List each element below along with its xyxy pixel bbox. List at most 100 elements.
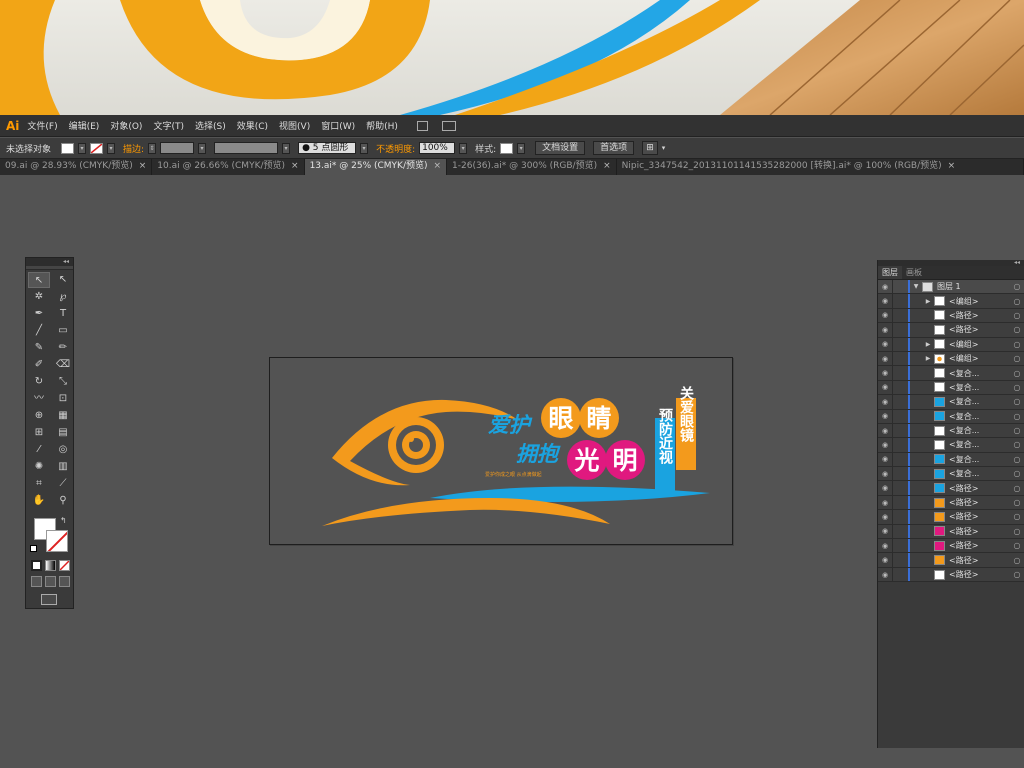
menu-type[interactable]: 文字(T) bbox=[153, 119, 184, 132]
lock-toggle[interactable] bbox=[892, 539, 906, 553]
target-circle-icon[interactable]: ○ bbox=[1010, 282, 1024, 291]
sublayer-row[interactable]: ◉ <路径> ○ bbox=[878, 524, 1024, 540]
sublayer-name[interactable]: <路径> bbox=[949, 324, 1010, 335]
zoom-tool-icon[interactable]: ⚲ bbox=[52, 493, 74, 509]
menu-help[interactable]: 帮助(H) bbox=[366, 119, 398, 132]
opacity-dropdown-icon[interactable]: ▾ bbox=[459, 142, 468, 154]
type-tool-icon[interactable]: T bbox=[52, 306, 74, 322]
tab-13[interactable]: 13.ai* @ 25% (CMYK/预览) × bbox=[304, 159, 448, 175]
hand-tool-icon[interactable]: ✋ bbox=[28, 493, 50, 509]
selection-tool-icon[interactable]: ↖ bbox=[28, 272, 50, 288]
warp-tool-icon[interactable]: 〰 bbox=[28, 391, 50, 407]
line-tool-icon[interactable]: ╱ bbox=[28, 323, 50, 339]
column-graph-tool-icon[interactable]: ▥ bbox=[52, 459, 74, 475]
target-circle-icon[interactable]: ○ bbox=[1010, 440, 1024, 449]
target-circle-icon[interactable]: ○ bbox=[1010, 383, 1024, 392]
target-circle-icon[interactable]: ○ bbox=[1010, 412, 1024, 421]
target-circle-icon[interactable]: ○ bbox=[1010, 484, 1024, 493]
sublayer-row[interactable]: ◉ <复合... ○ bbox=[878, 438, 1024, 453]
stroke-swatch[interactable] bbox=[90, 142, 104, 154]
sublayer-name[interactable]: <路径> bbox=[949, 526, 1010, 537]
visibility-eye-icon[interactable]: ◉ bbox=[878, 441, 892, 449]
lock-toggle[interactable] bbox=[892, 495, 906, 510]
visibility-eye-icon[interactable]: ◉ bbox=[878, 571, 892, 579]
visibility-eye-icon[interactable]: ◉ bbox=[878, 484, 892, 492]
visibility-eye-icon[interactable]: ◉ bbox=[878, 542, 892, 550]
sublayer-row[interactable]: ◉ <复合... ○ bbox=[878, 423, 1024, 439]
pen-tool-icon[interactable]: ✒ bbox=[28, 306, 50, 322]
target-circle-icon[interactable]: ○ bbox=[1010, 527, 1024, 536]
lock-toggle[interactable] bbox=[892, 452, 906, 467]
pencil-tool-icon[interactable]: ✏ bbox=[52, 340, 74, 356]
lock-toggle[interactable] bbox=[892, 395, 906, 409]
draw-behind-icon[interactable] bbox=[45, 576, 56, 587]
sublayer-row[interactable]: ◉ <路径> ○ bbox=[878, 481, 1024, 496]
sublayer-name[interactable]: <编组> bbox=[949, 339, 1010, 350]
close-icon[interactable]: × bbox=[433, 161, 441, 171]
sublayer-name[interactable]: <复合... bbox=[949, 468, 1010, 479]
visibility-eye-icon[interactable]: ◉ bbox=[878, 513, 892, 521]
target-circle-icon[interactable]: ○ bbox=[1010, 297, 1024, 306]
collapse-icon[interactable]: ◂◂ bbox=[26, 258, 73, 266]
target-circle-icon[interactable]: ○ bbox=[1010, 311, 1024, 320]
tab-10[interactable]: 10.ai @ 26.66% (CMYK/预览) × bbox=[152, 159, 305, 175]
target-circle-icon[interactable]: ○ bbox=[1010, 498, 1024, 507]
sublayer-row[interactable]: ◉ <复合... ○ bbox=[878, 409, 1024, 424]
opacity-label[interactable]: 不透明度: bbox=[376, 142, 415, 155]
lock-toggle[interactable] bbox=[892, 351, 906, 366]
lock-toggle[interactable] bbox=[892, 380, 906, 395]
style-dropdown-icon[interactable]: ▾ bbox=[517, 142, 526, 154]
visibility-eye-icon[interactable]: ◉ bbox=[878, 311, 892, 319]
direct-selection-tool-icon[interactable]: ↖ bbox=[52, 272, 74, 288]
arrange-documents-icon[interactable] bbox=[441, 120, 456, 131]
lock-toggle[interactable] bbox=[892, 423, 906, 438]
layer-row[interactable]: ◉ ▼ 图层 1 ○ bbox=[878, 280, 1024, 295]
sublayer-name[interactable]: <编组> bbox=[949, 353, 1010, 364]
tab-09[interactable]: 09.ai @ 28.93% (CMYK/预览) × bbox=[0, 159, 153, 175]
menu-file[interactable]: 文件(F) bbox=[27, 119, 57, 132]
lock-toggle[interactable] bbox=[892, 510, 906, 524]
variable-width-field[interactable] bbox=[214, 142, 279, 154]
document-setup-button[interactable]: 文档设置 bbox=[535, 141, 586, 155]
sublayer-row[interactable]: ◉ <路径> ○ bbox=[878, 495, 1024, 511]
visibility-eye-icon[interactable]: ◉ bbox=[878, 499, 892, 507]
sublayer-row[interactable]: ◉ <路径> ○ bbox=[878, 539, 1024, 554]
stroke-weight-field[interactable] bbox=[160, 142, 195, 154]
rotate-tool-icon[interactable]: ↻ bbox=[28, 374, 50, 390]
tab-nipic[interactable]: Nipic_3347542_20131101141535282000 [转换].… bbox=[616, 159, 1024, 175]
sublayer-name[interactable]: <路径> bbox=[949, 540, 1010, 551]
visibility-eye-icon[interactable]: ◉ bbox=[878, 527, 892, 535]
visibility-eye-icon[interactable]: ◉ bbox=[878, 412, 892, 420]
target-circle-icon[interactable]: ○ bbox=[1010, 325, 1024, 334]
lock-toggle[interactable] bbox=[892, 409, 906, 423]
variable-width-dropdown-icon[interactable]: ▾ bbox=[282, 142, 291, 154]
target-circle-icon[interactable]: ○ bbox=[1010, 340, 1024, 349]
symbol-sprayer-tool-icon[interactable]: ✺ bbox=[28, 459, 50, 475]
sublayer-row[interactable]: ◉ <复合... ○ bbox=[878, 380, 1024, 396]
visibility-eye-icon[interactable]: ◉ bbox=[878, 297, 892, 305]
target-circle-icon[interactable]: ○ bbox=[1010, 369, 1024, 378]
menu-object[interactable]: 对象(O) bbox=[110, 119, 142, 132]
sublayer-name[interactable]: <复合... bbox=[949, 382, 1010, 393]
sublayer-name[interactable]: <编组> bbox=[949, 296, 1010, 307]
color-icon[interactable] bbox=[31, 560, 42, 571]
target-circle-icon[interactable]: ○ bbox=[1010, 354, 1024, 363]
sublayer-name[interactable]: <复合... bbox=[949, 439, 1010, 450]
target-circle-icon[interactable]: ○ bbox=[1010, 512, 1024, 521]
gradient-icon[interactable] bbox=[45, 560, 56, 571]
fill-dropdown-icon[interactable]: ▾ bbox=[78, 142, 87, 154]
lock-toggle[interactable] bbox=[892, 467, 906, 481]
sublayer-row[interactable]: ◉ <路径> ○ bbox=[878, 553, 1024, 568]
fill-stroke-indicator[interactable]: ↰ bbox=[30, 516, 70, 556]
screen-mode-icon[interactable] bbox=[41, 594, 57, 605]
lock-toggle[interactable] bbox=[892, 280, 906, 294]
sublayer-name[interactable]: <复合... bbox=[949, 425, 1010, 436]
menu-effect[interactable]: 效果(C) bbox=[237, 119, 268, 132]
sublayer-name[interactable]: <复合... bbox=[949, 368, 1010, 379]
perspective-grid-tool-icon[interactable]: ▦ bbox=[52, 408, 74, 424]
tab-layers[interactable]: 图层 bbox=[878, 266, 902, 279]
menu-edit[interactable]: 编辑(E) bbox=[69, 119, 100, 132]
sublayer-name[interactable]: <复合... bbox=[949, 396, 1010, 407]
sublayer-name[interactable]: <路径> bbox=[949, 483, 1010, 494]
expand-triangle-icon[interactable]: ▶ bbox=[922, 355, 934, 362]
